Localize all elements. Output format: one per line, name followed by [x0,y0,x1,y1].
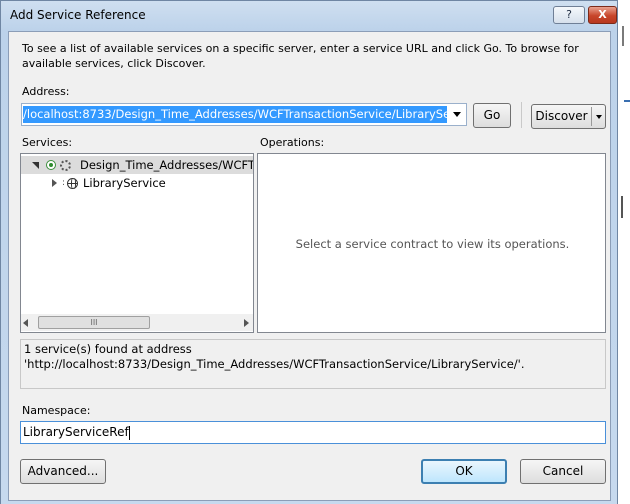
scroll-right-arrow-icon[interactable] [244,319,249,327]
collapse-arrow-icon[interactable] [32,162,39,169]
operations-empty-message: Select a service contract to view its op… [295,237,570,251]
close-button[interactable]: X [588,6,617,24]
tree-item-label: LibraryService [83,176,166,190]
background-edge-mark [622,26,630,46]
help-button[interactable]: ? [553,6,585,24]
expand-arrow-icon[interactable] [52,179,57,187]
address-input[interactable]: /localhost:8733/Design_Time_Addresses/WC… [23,106,447,123]
discover-split-divider [591,107,592,126]
endpoint-dots-icon: : [62,178,66,188]
title-bar[interactable]: Add Service Reference ? X [1,1,617,31]
cancel-button[interactable]: Cancel [520,459,606,484]
background-window-edge [618,0,630,504]
tree-item-label: Design_Time_Addresses/WCFTra [80,158,254,172]
services-tree[interactable]: Design_Time_Addresses/WCFTra : LibrarySe… [20,153,254,333]
advanced-button[interactable]: Advanced... [20,459,106,484]
scroll-thumb[interactable]: III [38,316,150,329]
ok-button[interactable]: OK [421,459,507,484]
background-edge-mark [621,196,630,218]
scroll-left-arrow-icon[interactable] [23,319,28,327]
dialog-body: To see a list of available services on a… [8,31,611,501]
status-area: 1 service(s) found at address 'http://lo… [20,339,606,389]
go-button[interactable]: Go [473,103,511,128]
dialog-title: Add Service Reference [10,8,146,22]
address-combobox[interactable]: /localhost:8733/Design_Time_Addresses/WC… [21,103,467,126]
discover-dropdown-arrow-icon[interactable] [596,115,602,119]
instructions-text: To see a list of available services on a… [22,42,579,70]
services-label: Services: [22,136,73,149]
services-horizontal-scrollbar[interactable]: III [21,314,253,331]
discover-button-label[interactable]: Discover [532,105,591,128]
add-service-reference-dialog: Add Service Reference ? X To see a list … [0,0,618,504]
gear-icon [60,160,71,171]
namespace-input[interactable]: LibraryServiceRef [23,425,129,439]
address-label: Address: [22,85,70,98]
status-line-1: 1 service(s) found at address [24,342,192,356]
namespace-label: Namespace: [22,404,91,417]
operations-panel: Select a service contract to view its op… [257,153,606,333]
globe-icon [67,178,78,189]
text-caret [128,425,130,440]
operations-label: Operations: [260,136,325,149]
background-edge-mark [624,100,630,102]
status-line-2: 'http://localhost:8733/Design_Time_Addre… [24,357,525,371]
namespace-field[interactable]: LibraryServiceRef [20,421,606,444]
tree-item-design-time-addresses[interactable]: Design_Time_Addresses/WCFTra [21,156,253,174]
address-dropdown-arrow-icon[interactable] [448,104,466,125]
toolbar-separator [521,102,522,128]
service-icon [46,160,56,170]
discover-split-button[interactable]: Discover [531,104,606,129]
